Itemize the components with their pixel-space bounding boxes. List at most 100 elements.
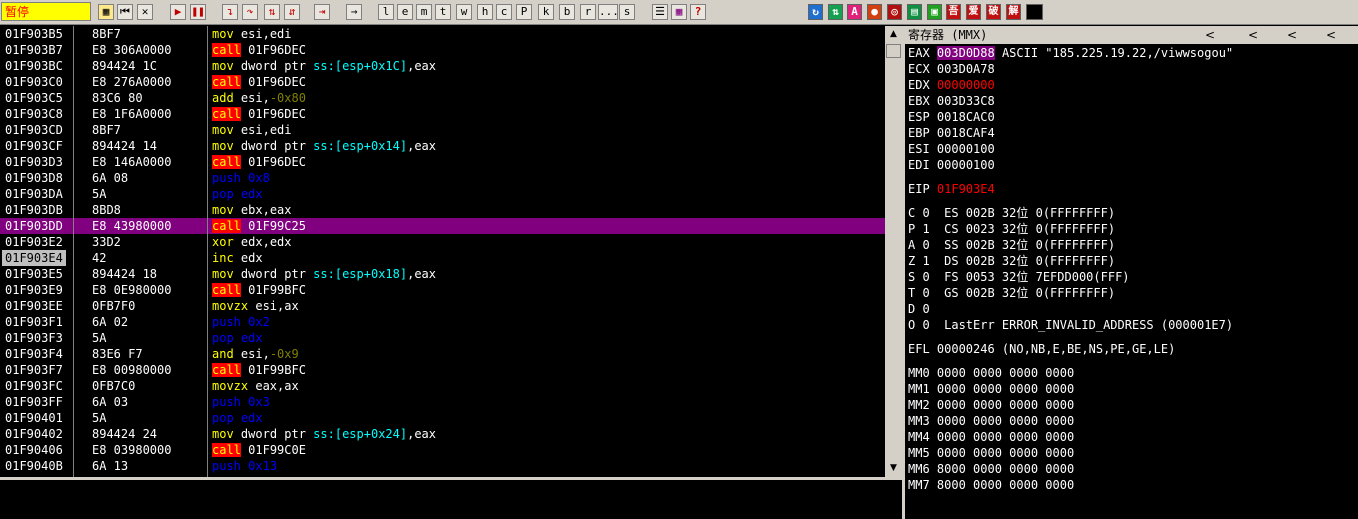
- disasm-row[interactable]: 01F903D8 6A 08 push 0x8: [0, 170, 885, 186]
- scroll-thumb[interactable]: [886, 44, 901, 58]
- arrows-icon[interactable]: ⇅: [828, 4, 843, 20]
- grid-icon[interactable]: ▦: [671, 4, 687, 20]
- disasm-row[interactable]: 01F903E5 894424 18 mov dword ptr ss:[esp+0…: [0, 266, 885, 282]
- trace-into-icon[interactable]: ⇅: [264, 4, 280, 20]
- disasm-address[interactable]: 01F903D3: [5, 154, 63, 170]
- flag-line[interactable]: P 1 CS 0023 32位 0(FFFFFFFF): [908, 221, 1115, 237]
- disasm-address[interactable]: 01F903E4: [2, 250, 66, 266]
- disasm-row[interactable]: 01F903C5 83C6 80 add esi,-0x80: [0, 90, 885, 106]
- disasm-address[interactable]: 01F903F7: [5, 362, 63, 378]
- window-w-button[interactable]: w: [456, 4, 472, 20]
- window-b-button[interactable]: b: [559, 4, 575, 20]
- disasm-address[interactable]: 01F903E5: [5, 266, 63, 282]
- flag-line[interactable]: C 0 ES 002B 32位 0(FFFFFFFF): [908, 205, 1115, 221]
- disasm-address[interactable]: 01F903EE: [5, 298, 63, 314]
- target-icon[interactable]: ◎: [887, 4, 902, 20]
- window-m-button[interactable]: m: [416, 4, 432, 20]
- disasm-address[interactable]: 01F90401: [5, 410, 63, 426]
- register-value[interactable]: 01F903E4: [937, 182, 995, 196]
- brand-ai-icon[interactable]: 爱: [966, 4, 981, 20]
- disasm-address[interactable]: 01F90406: [5, 442, 63, 458]
- disasm-address[interactable]: 01F903BC: [5, 58, 63, 74]
- register-line[interactable]: EBP 0018CAF4: [908, 125, 995, 141]
- disasm-row[interactable]: 01F903BC 894424 1C mov dword ptr ss:[esp+0…: [0, 58, 885, 74]
- black-square-icon[interactable]: [1026, 4, 1043, 20]
- window-more-button[interactable]: ...: [598, 4, 619, 20]
- disasm-row[interactable]: 01F903FF 6A 03 push 0x3: [0, 394, 885, 410]
- mmx-line[interactable]: MM1 0000 0000 0000 0000: [908, 381, 1074, 397]
- disasm-address[interactable]: 01F903CF: [5, 138, 63, 154]
- window-t-button[interactable]: t: [435, 4, 451, 20]
- disasm-row[interactable]: 01F903F7 E8 00980000 call 01F99BFC: [0, 362, 885, 378]
- window-h-button[interactable]: h: [477, 4, 493, 20]
- flag-line[interactable]: O 0 LastErr ERROR_INVALID_ADDRESS (00000…: [908, 317, 1233, 333]
- disasm-row[interactable]: 01F903B7 E8 306A0000 call 01F96DEC: [0, 42, 885, 58]
- efl-line[interactable]: EFL 00000246 (NO,NB,E,BE,NS,PE,GE,LE): [908, 341, 1175, 357]
- disasm-address[interactable]: 01F9040B: [5, 458, 63, 474]
- disasm-row[interactable]: 01F90406 E8 03980000 call 01F99C0E: [0, 442, 885, 458]
- register-value[interactable]: 00000000: [937, 78, 995, 92]
- register-value[interactable]: 0018CAC0: [937, 110, 995, 124]
- disasm-row[interactable]: 01F903DB 8BD8 mov ebx,eax: [0, 202, 885, 218]
- register-line[interactable]: EDI 00000100: [908, 157, 995, 173]
- disassembly-pane[interactable]: 01F903B5 8BF7 mov esi,edi 01F903B7 E8 306A00…: [0, 26, 885, 477]
- mmx-line[interactable]: MM4 0000 0000 0000 0000: [908, 429, 1074, 445]
- prev-arrow-icon[interactable]: <: [1326, 26, 1336, 44]
- disasm-address[interactable]: 01F903DA: [5, 186, 63, 202]
- disasm-row[interactable]: 01F903EE 0FB7F0 movzx esi,ax: [0, 298, 885, 314]
- mmx-line[interactable]: MM3 0000 0000 0000 0000: [908, 413, 1074, 429]
- disasm-row[interactable]: 01F903FC 0FB7C0 movzx eax,ax: [0, 378, 885, 394]
- disasm-address[interactable]: 01F903FF: [5, 394, 63, 410]
- window-s-button[interactable]: s: [619, 4, 635, 20]
- list-icon[interactable]: ☰: [652, 4, 668, 20]
- disassembly-scrollbar[interactable]: ▲ ▼: [885, 26, 902, 477]
- disasm-row[interactable]: 01F903E4 42 inc edx: [0, 250, 885, 266]
- flag-line[interactable]: D 0: [908, 301, 930, 317]
- mmx-line[interactable]: MM0 0000 0000 0000 0000: [908, 365, 1074, 381]
- disasm-address[interactable]: 01F903DB: [5, 202, 63, 218]
- step-over-icon[interactable]: ↷: [242, 4, 258, 20]
- column-divider[interactable]: [73, 26, 74, 477]
- monitor-icon[interactable]: ▣: [927, 4, 942, 20]
- disasm-address[interactable]: 01F903E9: [5, 282, 63, 298]
- brand-po-icon[interactable]: 破: [986, 4, 1001, 20]
- disasm-address[interactable]: 01F903CD: [5, 122, 63, 138]
- window-e-button[interactable]: e: [397, 4, 413, 20]
- disasm-row[interactable]: 01F903CD 8BF7 mov esi,edi: [0, 122, 885, 138]
- brand-jie-icon[interactable]: 解: [1006, 4, 1021, 20]
- register-line-eip[interactable]: EIP 01F903E4: [908, 181, 995, 197]
- plugin-a-icon[interactable]: A: [847, 4, 862, 20]
- prev-arrow-icon[interactable]: <: [1248, 26, 1258, 44]
- disasm-row[interactable]: 01F903CF 894424 14 mov dword ptr ss:[esp+0…: [0, 138, 885, 154]
- window-l-button[interactable]: l: [378, 4, 394, 20]
- register-line[interactable]: ECX 003D0A78: [908, 61, 995, 77]
- disasm-address[interactable]: 01F903FC: [5, 378, 63, 394]
- scroll-down-icon[interactable]: ▼: [885, 460, 902, 477]
- trace-over-icon[interactable]: ⇵: [284, 4, 300, 20]
- run-icon[interactable]: ▶: [170, 4, 186, 20]
- disasm-address[interactable]: 01F903F4: [5, 346, 63, 362]
- disasm-row[interactable]: 01F90402 894424 24 mov dword ptr ss:[esp+0…: [0, 426, 885, 442]
- mmx-line[interactable]: MM7 8000 0000 0000 0000: [908, 477, 1074, 493]
- disasm-row[interactable]: 01F903F3 5A pop edx: [0, 330, 885, 346]
- close-icon[interactable]: ✕: [137, 4, 153, 20]
- register-line[interactable]: ESI 00000100: [908, 141, 995, 157]
- disasm-row[interactable]: 01F903D3 E8 146A0000 call 01F96DEC: [0, 154, 885, 170]
- disasm-address[interactable]: 01F903F3: [5, 330, 63, 346]
- restart-icon[interactable]: ⏮: [117, 4, 133, 20]
- prev-arrow-icon[interactable]: <: [1205, 26, 1215, 44]
- open-file-icon[interactable]: ▦: [98, 4, 114, 20]
- register-line[interactable]: ESP 0018CAC0: [908, 109, 995, 125]
- mmx-line[interactable]: MM2 0000 0000 0000 0000: [908, 397, 1074, 413]
- flag-line[interactable]: S 0 FS 0053 32位 7EFDD000(FFF): [908, 269, 1130, 285]
- disasm-row[interactable]: 01F903F1 6A 02 push 0x2: [0, 314, 885, 330]
- register-value[interactable]: 00000100: [937, 142, 995, 156]
- window-r-button[interactable]: r: [580, 4, 596, 20]
- disasm-address[interactable]: 01F903E2: [5, 234, 63, 250]
- disasm-row[interactable]: 01F90401 5A pop edx: [0, 410, 885, 426]
- plugin-circle-icon[interactable]: ●: [867, 4, 882, 20]
- register-line[interactable]: EBX 003D33C8: [908, 93, 995, 109]
- disasm-address[interactable]: 01F903C0: [5, 74, 63, 90]
- help-icon[interactable]: ?: [690, 4, 706, 20]
- window-c-button[interactable]: c: [496, 4, 512, 20]
